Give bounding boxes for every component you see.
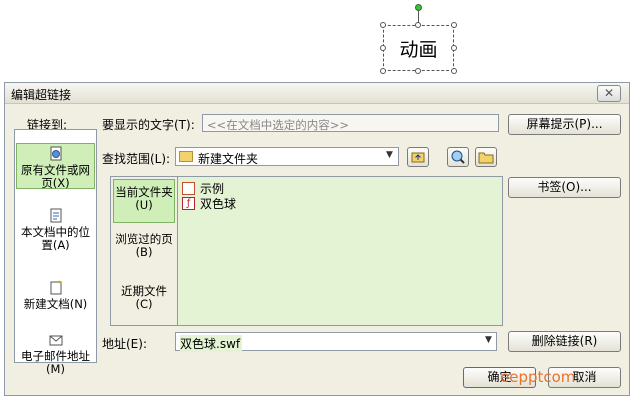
edit-hyperlink-dialog: 编辑超链接 ✕ 链接到: 原有文件或网页(X) 本文档中的位置(A) 新建文档(… — [4, 82, 630, 396]
shape-text: 动画 — [399, 38, 438, 61]
list-item[interactable]: ƒ 双色球 — [182, 195, 236, 212]
folder-icon — [179, 151, 193, 162]
tab-browsed-pages[interactable]: 浏览过的页(B) — [113, 233, 175, 267]
browse-file-button[interactable] — [475, 147, 497, 167]
tab-recent-files[interactable]: 近期文件(C) — [113, 285, 175, 319]
dialog-titlebar: 编辑超链接 ✕ — [5, 83, 629, 104]
file-list[interactable]: 示例 ƒ 双色球 — [178, 177, 502, 325]
file-name: 双色球 — [200, 197, 237, 211]
bookmark-button-label: 书签(O)... — [537, 180, 592, 194]
resize-handle-top-left[interactable] — [380, 22, 386, 28]
address-input[interactable]: 双色球.swf ▼ — [175, 332, 497, 352]
remove-link-button-label: 删除链接(R) — [531, 334, 598, 348]
browse-web-icon — [451, 150, 465, 164]
new-document-icon — [48, 280, 64, 296]
browse-web-button[interactable] — [447, 147, 469, 167]
existing-file-icon — [48, 146, 64, 162]
up-folder-icon — [411, 152, 425, 163]
nav-new-document[interactable]: 新建文档(N) — [16, 280, 95, 311]
resize-handle-top-right[interactable] — [451, 22, 457, 28]
nav-new-document-label: 新建文档(N) — [23, 297, 88, 311]
nav-place-in-document-label: 本文档中的位置(A) — [21, 225, 90, 252]
bookmark-button[interactable]: 书签(O)... — [508, 177, 621, 198]
resize-handle-bottom-right[interactable] — [451, 68, 457, 74]
file-browser: 当前文件夹(U) 浏览过的页(B) 近期文件(C) 示例 ƒ 双色球 — [110, 176, 503, 326]
nav-existing-file-label: 原有文件或网页(X) — [21, 163, 90, 190]
watermark: eepptcom — [500, 368, 575, 386]
resize-handle-top[interactable] — [415, 22, 421, 28]
address-value: 双色球.swf — [180, 335, 243, 352]
tab-recent-files-label: 近期文件(C) — [121, 284, 167, 311]
display-text-label: 要显示的文字(T): — [102, 118, 195, 132]
dialog-title: 编辑超链接 — [11, 88, 72, 102]
up-one-folder-button[interactable] — [407, 147, 429, 167]
watermark-text: eepptcom — [500, 368, 576, 386]
link-type-bar: 原有文件或网页(X) 本文档中的位置(A) 新建文档(N) 电子邮件地址(M) — [14, 129, 97, 376]
nav-email-address[interactable]: 电子邮件地址(M) — [16, 332, 95, 376]
resize-handle-left[interactable] — [380, 45, 386, 51]
display-text-input[interactable]: <<在文档中选定的内容>> — [202, 114, 499, 132]
cancel-button-label: 取消 — [572, 370, 597, 384]
address-label: 地址(E): — [102, 337, 147, 351]
nav-place-in-document[interactable]: 本文档中的位置(A) — [16, 208, 95, 252]
resize-handle-bottom[interactable] — [415, 68, 421, 74]
display-text-value: <<在文档中选定的内容>> — [207, 118, 350, 132]
screen-tip-button[interactable]: 屏幕提示(P)... — [508, 114, 621, 135]
look-in-label: 查找范围(L): — [102, 152, 171, 166]
close-button[interactable]: ✕ — [597, 85, 621, 102]
tab-current-folder[interactable]: 当前文件夹(U) — [113, 179, 175, 223]
nav-email-address-label: 电子邮件地址(M) — [21, 349, 90, 376]
chevron-down-icon: ▼ — [485, 335, 492, 345]
browse-tabs: 当前文件夹(U) 浏览过的页(B) 近期文件(C) — [111, 177, 178, 325]
document-place-icon — [48, 208, 64, 224]
resize-handle-bottom-left[interactable] — [380, 68, 386, 74]
look-in-value: 新建文件夹 — [198, 152, 259, 166]
resize-handle-right[interactable] — [451, 45, 457, 51]
tab-browsed-pages-label: 浏览过的页(B) — [115, 232, 173, 259]
chevron-down-icon: ▼ — [386, 150, 393, 160]
screen-tip-button-label: 屏幕提示(P)... — [526, 117, 603, 131]
ppt-file-icon — [182, 182, 195, 195]
look-in-dropdown[interactable]: 新建文件夹 ▼ — [175, 147, 399, 166]
close-icon: ✕ — [603, 86, 615, 100]
flash-file-icon: ƒ — [182, 197, 195, 210]
open-folder-icon — [478, 152, 494, 164]
tab-current-folder-label: 当前文件夹(U) — [115, 185, 173, 212]
remove-link-button[interactable]: 删除链接(R) — [508, 331, 621, 352]
email-icon — [48, 332, 64, 348]
selected-text-shape[interactable]: 动画 — [383, 25, 454, 71]
nav-existing-file[interactable]: 原有文件或网页(X) — [16, 143, 95, 190]
